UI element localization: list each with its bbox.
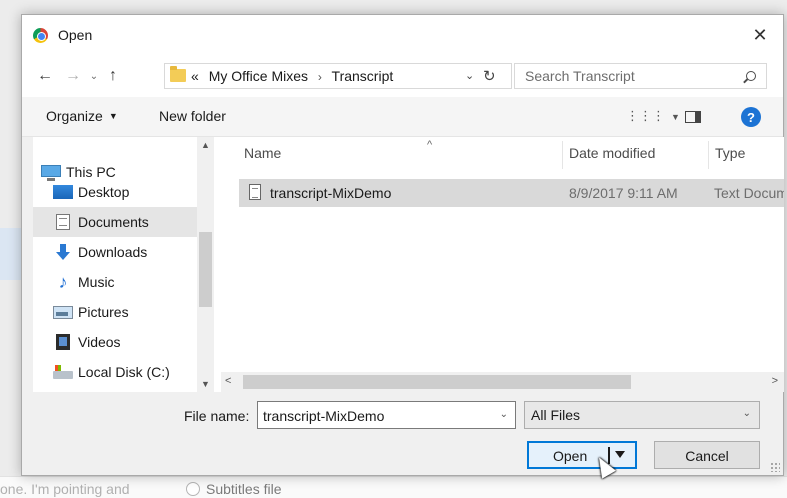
search-icon[interactable]	[746, 71, 756, 81]
command-toolbar: Organize ▼ New folder ⋮⋮⋮ ▼ ?	[22, 97, 783, 137]
help-icon[interactable]: ?	[741, 107, 761, 127]
close-icon: ✕	[752, 24, 768, 45]
resize-grip-icon[interactable]	[770, 462, 780, 472]
scroll-down-icon[interactable]: ▼	[201, 379, 210, 389]
nav-item-label: Pictures	[78, 304, 129, 320]
new-folder-button[interactable]: New folder	[159, 108, 226, 124]
caret-down-icon[interactable]	[615, 451, 625, 458]
nav-item-music[interactable]: ♪ Music	[33, 267, 197, 297]
nav-item-documents[interactable]: Documents	[33, 207, 197, 237]
column-header-name[interactable]: Name	[244, 145, 281, 161]
up-arrow-icon: ↑	[109, 67, 117, 84]
videos-icon	[56, 334, 70, 350]
navigation-bar: ← → ⌄ ↑ « My Office Mixes › Transcript ⌄…	[22, 55, 783, 97]
caret-down-icon: ▼	[671, 112, 680, 122]
cancel-button-label: Cancel	[685, 448, 729, 464]
nav-item-label: Downloads	[78, 244, 148, 260]
open-button[interactable]: Open	[527, 441, 637, 469]
nav-item-label: Videos	[78, 334, 121, 350]
column-divider[interactable]	[562, 141, 563, 169]
background-caption: one. I'm pointing and	[0, 481, 130, 497]
file-list-pane: ^ Name Date modified Type transcript-Mix…	[221, 137, 784, 392]
dialog-title: Open	[58, 27, 93, 43]
nav-item-label: Music	[78, 274, 115, 290]
dialog-titlebar: Open ✕	[22, 15, 783, 55]
pictures-icon	[53, 305, 73, 319]
column-header-type[interactable]: Type	[715, 145, 745, 161]
text-file-icon	[249, 184, 261, 200]
chevron-down-icon[interactable]: ⌄	[500, 409, 508, 420]
column-header-date-modified[interactable]: Date modified	[569, 145, 655, 161]
file-row[interactable]: transcript-MixDemo 8/9/2017 9:11 AM Text…	[239, 179, 784, 207]
cancel-button[interactable]: Cancel	[654, 441, 760, 469]
up-button[interactable]: ↑	[104, 65, 122, 87]
file-date-modified: 8/9/2017 9:11 AM	[569, 185, 678, 201]
chrome-icon	[33, 28, 48, 43]
address-bar[interactable]: « My Office Mixes › Transcript ⌄ ↻	[164, 63, 512, 89]
breadcrumb-overflow[interactable]: «	[191, 68, 199, 84]
view-details-icon: ⋮⋮⋮	[626, 108, 665, 123]
computer-icon	[41, 165, 61, 181]
file-name-field[interactable]: transcript-MixDemo ⌄	[257, 401, 516, 429]
back-arrow-icon: ←	[37, 67, 53, 84]
file-type-filter-value: All Files	[531, 407, 581, 423]
downloads-icon	[53, 244, 73, 260]
nav-item-videos[interactable]: Videos	[33, 327, 197, 357]
column-divider[interactable]	[708, 141, 709, 169]
scrollbar-thumb[interactable]	[199, 232, 212, 307]
scroll-right-icon[interactable]: >	[772, 375, 778, 387]
recent-locations-button[interactable]: ⌄	[86, 65, 102, 87]
nav-item-label: Local Disk (C:)	[78, 364, 170, 380]
sort-ascending-icon: ^	[427, 139, 433, 151]
change-view-button[interactable]: ⋮⋮⋮ ▼	[626, 108, 680, 124]
preview-pane-icon[interactable]	[685, 111, 701, 123]
file-type: Text Document	[714, 185, 784, 201]
scroll-up-icon[interactable]: ▲	[201, 140, 210, 150]
scroll-left-icon[interactable]: <	[225, 375, 231, 387]
breadcrumb-item[interactable]: My Office Mixes	[209, 68, 308, 84]
refresh-icon[interactable]: ↻	[483, 67, 496, 85]
subtitles-radio[interactable]	[186, 482, 200, 496]
breadcrumb-item[interactable]: Transcript	[332, 68, 394, 84]
file-name: transcript-MixDemo	[270, 185, 392, 201]
nav-item-downloads[interactable]: Downloads	[33, 237, 197, 267]
subtitles-radio-label: Subtitles file	[206, 481, 282, 497]
search-box[interactable]: Search Transcript	[514, 63, 767, 89]
organize-button[interactable]: Organize ▼	[46, 108, 118, 124]
file-name-value: transcript-MixDemo	[263, 408, 385, 424]
nav-pane-scrollbar[interactable]: ▲ ▼	[197, 137, 214, 392]
forward-button[interactable]: →	[62, 65, 84, 87]
navigation-pane: This PC Desktop Documents Downloads ♪ Mu…	[33, 137, 221, 392]
caret-down-icon: ▼	[108, 111, 118, 121]
file-list-horizontal-scrollbar[interactable]: < >	[221, 372, 784, 392]
nav-item-local-disk[interactable]: Local Disk (C:)	[33, 357, 197, 387]
disk-icon	[53, 365, 73, 379]
nav-item-desktop[interactable]: Desktop	[33, 177, 197, 207]
nav-item-pictures[interactable]: Pictures	[33, 297, 197, 327]
open-button-label: Open	[553, 448, 588, 464]
desktop-icon	[53, 185, 73, 199]
folder-icon	[170, 66, 186, 82]
file-type-filter[interactable]: All Files ⌄	[524, 401, 760, 429]
nav-item-label: Desktop	[78, 184, 130, 200]
file-name-label: File name:	[184, 408, 250, 424]
address-dropdown-icon[interactable]: ⌄	[465, 69, 474, 82]
close-button[interactable]: ✕	[743, 21, 777, 49]
breadcrumb-separator[interactable]: ›	[318, 70, 322, 84]
documents-icon	[56, 214, 70, 230]
chevron-down-icon: ⌄	[742, 408, 751, 419]
forward-arrow-icon: →	[65, 67, 81, 84]
chevron-down-icon: ⌄	[89, 70, 99, 82]
scrollbar-thumb[interactable]	[243, 375, 631, 389]
breadcrumb: « My Office Mixes › Transcript	[191, 68, 393, 84]
search-input[interactable]: Search Transcript	[525, 68, 635, 84]
open-file-dialog: Open ✕ ← → ⌄ ↑ « My Office Mixes › Trans…	[21, 14, 784, 479]
nav-item-label: Documents	[78, 214, 149, 230]
organize-label: Organize	[46, 108, 103, 124]
back-button[interactable]: ←	[34, 65, 56, 87]
music-icon: ♪	[58, 272, 68, 292]
